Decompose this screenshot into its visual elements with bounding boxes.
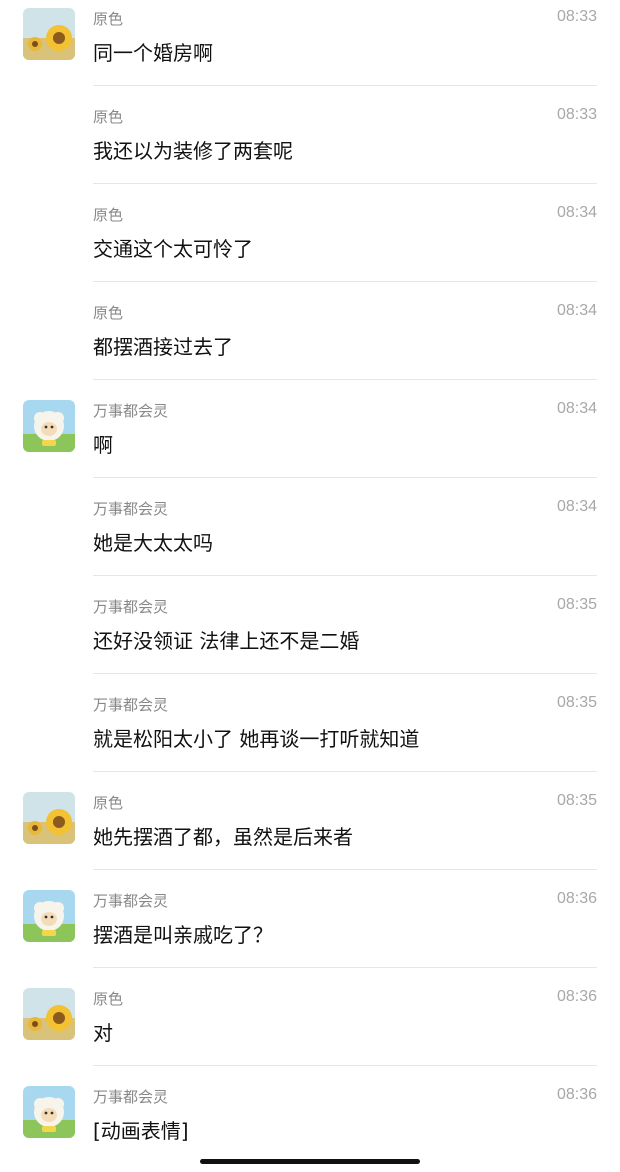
message-text: 交通这个太可怜了: [93, 237, 253, 261]
message-text: 摆酒是叫亲戚吃了？: [93, 923, 273, 947]
message-time: 08:35: [556, 596, 597, 613]
message-text: 还好没领证 法律上还不是二婚: [93, 629, 360, 653]
message-row[interactable]: 原色 08:33 同一个婚房啊: [0, 0, 620, 86]
message-time: 08:35: [556, 694, 597, 711]
sender-name: 万事都会灵: [93, 1088, 169, 1106]
message-time: 08:34: [556, 204, 597, 221]
message-text: 她先摆酒了都，虽然是后来者: [93, 825, 353, 849]
message-row[interactable]: 万事都会灵 08:36 [动画表情]: [0, 1066, 620, 1164]
message-row[interactable]: 原色 08:36 对: [0, 968, 620, 1066]
message-time: 08:34: [556, 400, 597, 417]
message-row[interactable]: 万事都会灵 08:34 啊: [0, 380, 620, 478]
sender-name: 原色: [93, 794, 124, 812]
message-text: 就是松阳太小了 她再谈一打听就知道: [93, 727, 420, 751]
message-row[interactable]: 原色 08:35 她先摆酒了都，虽然是后来者: [0, 772, 620, 870]
message-row[interactable]: 原色 08:33 我还以为装修了两套呢: [0, 86, 620, 184]
message-time: 08:33: [556, 8, 597, 25]
message-row[interactable]: 万事都会灵 08:34 她是大太太吗: [0, 478, 620, 576]
message-text: 对: [93, 1021, 113, 1045]
sunflower-avatar[interactable]: [23, 988, 75, 1040]
message-text: [动画表情]: [93, 1119, 189, 1143]
message-text: 她是大太太吗: [93, 531, 213, 555]
message-text: 都摆酒接过去了: [93, 335, 233, 359]
message-row[interactable]: 原色 08:34 交通这个太可怜了: [0, 184, 620, 282]
message-text: 同一个婚房啊: [93, 41, 213, 65]
message-text: 啊: [93, 433, 113, 457]
sender-name: 原色: [93, 206, 124, 224]
sheep-avatar[interactable]: [23, 1086, 75, 1138]
message-row[interactable]: 万事都会灵 08:35 还好没领证 法律上还不是二婚: [0, 576, 620, 674]
message-time: 08:34: [556, 498, 597, 515]
message-time: 08:36: [556, 890, 597, 907]
sunflower-avatar[interactable]: [23, 792, 75, 844]
sender-name: 万事都会灵: [93, 892, 169, 910]
message-time: 08:35: [556, 792, 597, 809]
sender-name: 原色: [93, 990, 124, 1008]
message-time: 08:34: [556, 302, 597, 319]
message-time: 08:36: [556, 988, 597, 1005]
home-indicator[interactable]: [200, 1159, 420, 1164]
sender-name: 万事都会灵: [93, 696, 169, 714]
message-time: 08:36: [556, 1086, 597, 1103]
sender-name: 原色: [93, 304, 124, 322]
sender-name: 万事都会灵: [93, 598, 169, 616]
message-row[interactable]: 原色 08:34 都摆酒接过去了: [0, 282, 620, 380]
sunflower-avatar[interactable]: [23, 8, 75, 60]
message-time: 08:33: [556, 106, 597, 123]
sender-name: 万事都会灵: [93, 402, 169, 420]
chat-history-list: 原色 08:33 同一个婚房啊 原色 08:33 我还以为装修了两套呢 原色 0…: [0, 0, 620, 1164]
sender-name: 原色: [93, 10, 124, 28]
sheep-avatar[interactable]: [23, 400, 75, 452]
sender-name: 万事都会灵: [93, 500, 169, 518]
sender-name: 原色: [93, 108, 124, 126]
message-text: 我还以为装修了两套呢: [93, 139, 293, 163]
message-row[interactable]: 万事都会灵 08:36 摆酒是叫亲戚吃了？: [0, 870, 620, 968]
message-row[interactable]: 万事都会灵 08:35 就是松阳太小了 她再谈一打听就知道: [0, 674, 620, 772]
sheep-avatar[interactable]: [23, 890, 75, 942]
